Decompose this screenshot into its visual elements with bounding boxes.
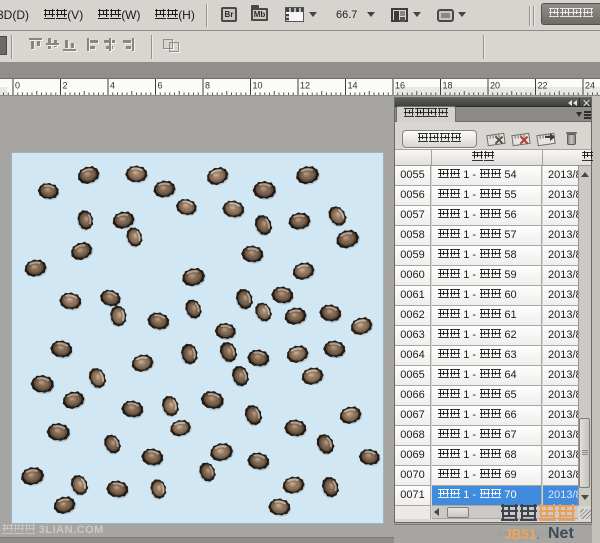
svg-text:2: 2 — [63, 81, 68, 91]
svg-text:0: 0 — [15, 81, 20, 91]
svg-text:6: 6 — [158, 81, 163, 91]
svg-text:10: 10 — [253, 81, 263, 91]
svg-text:14: 14 — [348, 81, 358, 91]
svg-text:12: 12 — [300, 81, 310, 91]
svg-text:4: 4 — [110, 81, 115, 91]
svg-text:8: 8 — [205, 81, 210, 91]
